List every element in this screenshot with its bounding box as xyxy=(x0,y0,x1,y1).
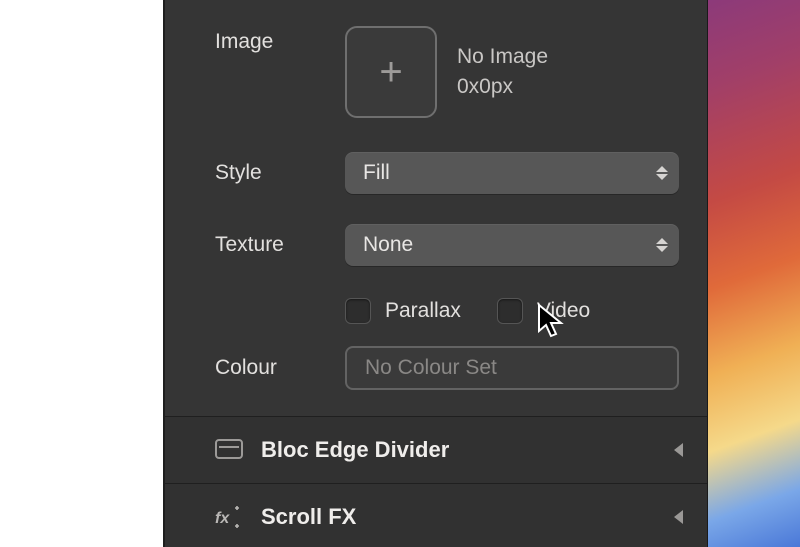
left-gutter xyxy=(0,0,163,547)
texture-row: Texture None xyxy=(165,206,707,278)
section-bloc-edge-divider[interactable]: Bloc Edge Divider xyxy=(165,417,707,483)
style-row: Style Fill xyxy=(165,130,707,206)
inspector-panel: Image + No Image 0x0px Style Fill xyxy=(163,0,708,547)
style-value: Fill xyxy=(363,161,390,185)
chevron-left-icon xyxy=(674,443,683,457)
colour-placeholder: No Colour Set xyxy=(365,356,497,380)
parallax-label: Parallax xyxy=(385,299,461,323)
texture-value: None xyxy=(363,233,413,257)
plus-icon: + xyxy=(379,50,402,95)
add-image-button[interactable]: + xyxy=(345,26,437,118)
section-title: Bloc Edge Divider xyxy=(261,437,656,463)
chevron-left-icon xyxy=(674,510,683,524)
parallax-checkbox[interactable]: Parallax xyxy=(345,298,461,324)
colour-label: Colour xyxy=(215,356,345,380)
chevron-updown-icon xyxy=(655,234,669,256)
video-checkbox[interactable]: Video xyxy=(497,298,590,324)
checkbox-box xyxy=(345,298,371,324)
checkbox-box xyxy=(497,298,523,324)
image-label: Image xyxy=(215,26,345,54)
desktop-wallpaper xyxy=(708,0,800,547)
checkbox-row: Parallax Video xyxy=(165,278,707,336)
image-status: No Image xyxy=(457,45,548,69)
image-dimensions: 0x0px xyxy=(457,75,548,99)
colour-well[interactable]: No Colour Set xyxy=(345,346,679,390)
chevron-updown-icon xyxy=(655,162,669,184)
fx-icon: fx xyxy=(215,505,243,529)
image-meta: No Image 0x0px xyxy=(457,45,548,99)
style-select[interactable]: Fill xyxy=(345,152,679,194)
svg-text:fx: fx xyxy=(215,510,230,527)
divider-icon xyxy=(215,439,243,461)
image-row: Image + No Image 0x0px xyxy=(165,14,707,130)
section-scroll-fx[interactable]: fx Scroll FX xyxy=(165,484,707,547)
texture-select[interactable]: None xyxy=(345,224,679,266)
colour-row: Colour No Colour Set xyxy=(165,336,707,416)
style-label: Style xyxy=(215,161,345,185)
section-title: Scroll FX xyxy=(261,504,656,530)
video-label: Video xyxy=(537,299,590,323)
texture-label: Texture xyxy=(215,233,345,257)
